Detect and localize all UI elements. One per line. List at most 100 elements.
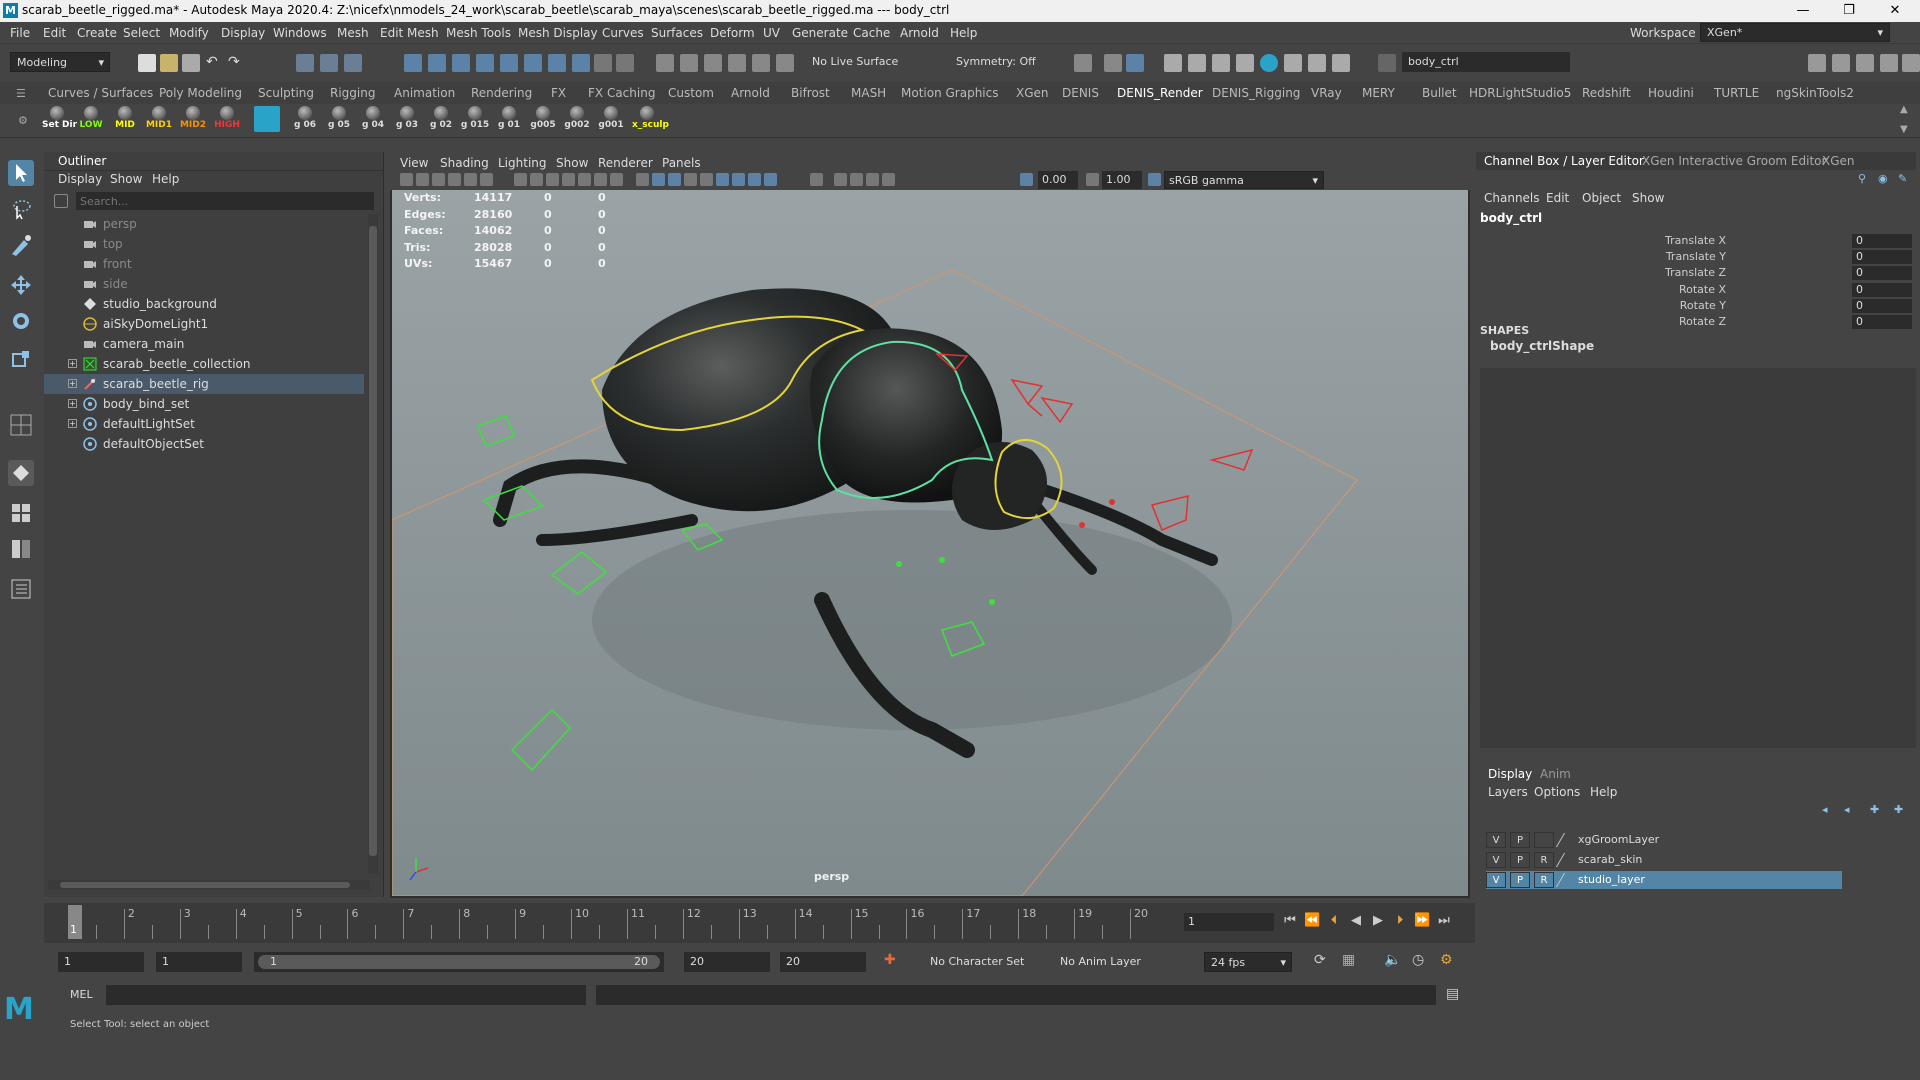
shelf-tab-ngskintools2[interactable]: ngSkinTools2 [1776,86,1854,100]
mel-label[interactable]: MEL [70,988,93,1001]
viewport-menu-panels[interactable]: Panels [662,156,701,170]
attr-rotate-y-label[interactable]: Rotate Y [1476,299,1726,312]
textured-icon[interactable] [684,173,697,186]
cache-playback-icon[interactable]: ▦ [1342,952,1355,968]
toggle-channel-box-icon[interactable] [1880,54,1898,72]
shelf-tab-redshift[interactable]: Redshift [1582,86,1631,100]
outliner-item-side[interactable]: side [44,274,364,294]
symmetry-dropdown[interactable]: Symmetry: Off [950,52,1050,72]
color-management-icon[interactable] [1148,173,1161,186]
menu-help[interactable]: Help [950,26,977,40]
menu-surfaces[interactable]: Surfaces [651,26,703,40]
shelf-button-set-dir[interactable]: Set Dir [42,106,77,138]
playback-end-field[interactable]: 20 [684,952,770,972]
snap-grid-icon[interactable] [404,54,422,72]
layer-move-up-icon[interactable]: ◂ [1822,803,1828,816]
layer-toggle-v[interactable]: V [1486,832,1506,848]
outliner-vertical-scrollbar[interactable] [368,214,378,874]
snap-point-icon[interactable] [452,54,470,72]
character-set-dropdown[interactable]: No Character Set [924,952,1044,972]
shelf-tab-xgen[interactable]: XGen [1016,86,1049,100]
layer-toggle-v[interactable]: V [1486,852,1506,868]
shelf-tab-vray[interactable]: VRay [1311,86,1342,100]
layer-toggle-p[interactable]: P [1510,832,1530,848]
channel-box-edit-icon[interactable]: ✎ [1898,172,1907,185]
expand-icon[interactable]: + [68,399,77,408]
menu-uv[interactable]: UV [763,26,780,40]
tab-xgen-interactive-groom[interactable]: XGen Interactive Groom Editor [1642,154,1826,168]
shelf-button-g005[interactable]: g005 [528,106,558,138]
viewport-menu-renderer[interactable]: Renderer [598,156,653,170]
toggle-attribute-editor-icon[interactable] [1832,54,1850,72]
anim-layer-dropdown[interactable]: No Anim Layer [1054,952,1164,972]
safe-title-icon[interactable] [610,173,623,186]
expand-icon[interactable]: + [68,379,77,388]
time-slider[interactable]: 12345678910111213141516171819201 1 ⏮ ⏪ ⏴… [44,903,1475,943]
input-output-icon[interactable] [680,54,698,72]
mel-input[interactable] [106,985,586,1005]
viewport-menu-view[interactable]: View [400,156,428,170]
layer-toggle-v[interactable]: V [1486,872,1506,888]
expand-icon[interactable]: + [68,359,77,368]
move-tool-icon[interactable] [8,272,34,298]
current-time-indicator[interactable]: 1 [68,905,82,939]
ambient-occlusion-icon[interactable] [732,173,745,186]
save-scene-icon[interactable] [182,54,200,72]
attr-translate-x-label[interactable]: Translate X [1476,234,1726,247]
menu-create[interactable]: Create [77,26,117,40]
current-frame-field[interactable]: 1 [1184,913,1274,931]
arnold-render-icon[interactable] [1236,54,1254,72]
shelf-tab-custom[interactable]: Custom [668,86,714,100]
layers-menu-help[interactable]: Help [1590,785,1617,799]
channels-menu-object[interactable]: Object [1582,191,1621,205]
viewport-menu-shading[interactable]: Shading [440,156,489,170]
menu-select[interactable]: Select [123,26,160,40]
snap-curve-icon[interactable] [428,54,446,72]
render-frame-icon[interactable] [1074,54,1092,72]
shelf-tab-hdrlightstudio5[interactable]: HDRLightStudio5 [1469,86,1571,100]
outliner-item-camera-main[interactable]: camera_main [44,334,364,354]
outliner-horizontal-scrollbar[interactable] [48,880,370,890]
gamma-icon[interactable] [1086,173,1099,186]
shelf-tab-motion-graphics[interactable]: Motion Graphics [901,86,999,100]
menu-edit-mesh[interactable]: Edit Mesh [380,26,439,40]
shadows-icon[interactable] [716,173,729,186]
menu-modify[interactable]: Modify [169,26,209,40]
rig-control-main[interactable] [510,708,572,772]
lock-icon[interactable] [594,54,612,72]
layers-menu-layers[interactable]: Layers [1488,785,1528,799]
outliner-item-front[interactable]: front [44,254,364,274]
shelf-button-mid[interactable]: MID [110,106,140,138]
shelf-button-mid2[interactable]: MID2 [178,106,208,138]
script-editor-icon[interactable]: ▤ [1446,986,1459,1002]
hud-icon[interactable] [882,173,895,186]
tab-anim-layers[interactable]: Anim [1540,767,1571,781]
menu-generate[interactable]: Generate [792,26,848,40]
shelf-tab-animation[interactable]: Animation [394,86,455,100]
channel-box-pin-icon[interactable]: ⚲ [1858,172,1866,185]
attr-translate-y-value[interactable]: 0 [1852,250,1912,265]
ipr-render-icon[interactable] [1104,54,1122,72]
outliner-item-body-bind-set[interactable]: + body_bind_set [44,394,364,414]
gamma-field[interactable]: 1.00 [1102,171,1142,189]
quick-select-field[interactable]: body_ctrl [1402,52,1570,72]
attr-translate-x-value[interactable]: 0 [1852,234,1912,248]
2d-pan-zoom-icon[interactable] [480,173,493,186]
layer-color-swatch[interactable] [1555,833,1577,847]
menu-mesh[interactable]: Mesh [337,26,369,40]
use-all-lights-icon[interactable] [700,173,713,186]
bookmark-icon[interactable] [432,173,445,186]
channels-menu-edit[interactable]: Edit [1546,191,1569,205]
shelf-button-g-03[interactable]: g 03 [392,106,422,138]
snap-vertex-icon[interactable] [524,54,542,72]
menu-arnold[interactable]: Arnold [900,26,939,40]
shelf-tab-sculpting[interactable]: Sculpting [258,86,314,100]
play-backwards-icon[interactable]: ◀ [1348,913,1364,929]
viewport-canvas[interactable]: Verts: 14117 0 0 Edges: 28160 0 0 Faces: 14062 0 0 T… [392,190,1468,896]
tab-xgen[interactable]: XGen [1822,154,1855,168]
resolution-gate-icon[interactable] [546,173,559,186]
new-scene-icon[interactable] [138,54,156,72]
shelf-tab-fx-caching[interactable]: FX Caching [588,86,655,100]
xray-joints-icon[interactable] [850,173,863,186]
loop-icon[interactable]: ⟳ [1314,952,1326,968]
